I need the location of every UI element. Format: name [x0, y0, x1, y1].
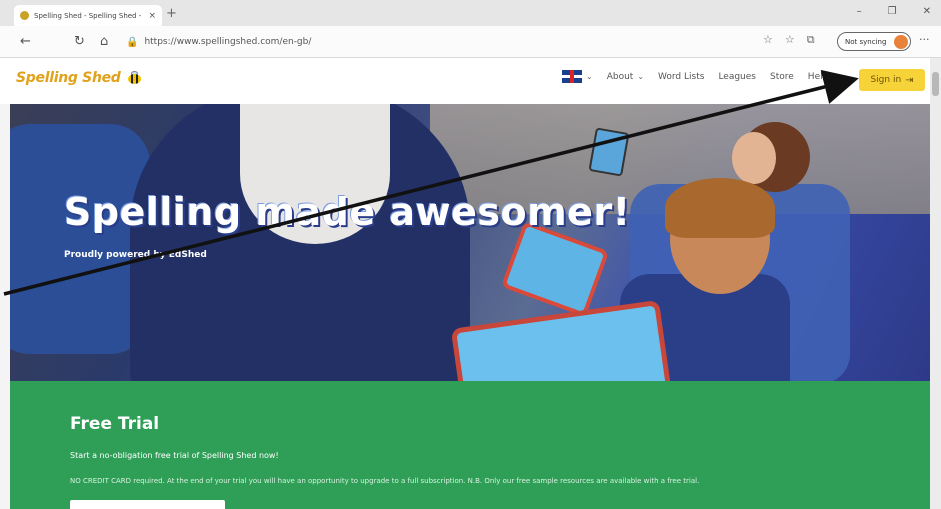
refresh-icon[interactable]: ↻ [74, 34, 85, 49]
hero-title: Spelling made awesomer! [64, 190, 631, 234]
nav-item-about[interactable]: About ⌄ [607, 72, 644, 82]
lock-icon: 🔒 [126, 36, 139, 48]
site-logo[interactable]: Spelling Shed [16, 70, 143, 86]
free-trial-text: Start a no-obligation free trial of Spel… [70, 451, 279, 460]
nav-item-store[interactable]: Store [770, 72, 794, 82]
chevron-down-icon: ⌄ [637, 72, 645, 81]
nav-item-help[interactable]: Help [808, 72, 829, 82]
hero-photo-student [732, 132, 776, 184]
tab-title: Spelling Shed - Spelling Shed - [34, 11, 142, 20]
avatar [894, 34, 908, 49]
sign-in-icon: ⇥ [905, 74, 914, 86]
minimize-icon[interactable]: – [857, 6, 862, 17]
more-icon[interactable]: ··· [919, 33, 930, 46]
hero-photo-chair [10, 124, 150, 354]
address-bar: ← ↻ ⌂ 🔒 https://www.spellingshed.com/en-… [0, 26, 941, 58]
free-trial-button[interactable] [70, 500, 225, 509]
bee-icon [125, 71, 143, 85]
sync-label: Not syncing [845, 37, 887, 46]
uk-flag-icon [562, 70, 582, 83]
browser-tab-bar: Spelling Shed - Spelling Shed - × + – ❐ … [0, 0, 941, 26]
page-scrollbar[interactable] [930, 58, 941, 509]
url-text[interactable]: https://www.spellingshed.com/en-gb/ [144, 37, 311, 47]
browser-tab[interactable]: Spelling Shed - Spelling Shed - × [14, 5, 162, 26]
tab-close-icon[interactable]: × [148, 11, 156, 21]
logo-text: Spelling Shed [16, 70, 121, 86]
language-selector[interactable]: ⌄ [562, 70, 593, 83]
new-tab-button[interactable]: + [166, 6, 177, 21]
free-trial-note: NO CREDIT CARD required. At the end of y… [70, 477, 700, 485]
url-field[interactable]: 🔒 https://www.spellingshed.com/en-gb/ [126, 32, 756, 52]
nav-item-leagues[interactable]: Leagues [718, 72, 756, 82]
collections-icon[interactable]: ⧉ [807, 33, 815, 47]
free-trial-section: Free Trial Start a no-obligation free tr… [10, 381, 930, 509]
back-icon[interactable]: ← [20, 34, 31, 49]
hero-photo-tablet [450, 299, 672, 381]
close-window-icon[interactable]: ✕ [923, 6, 931, 17]
home-icon[interactable]: ⌂ [100, 34, 108, 49]
hero-banner: Spelling made awesomer! Proudly powered … [10, 104, 930, 381]
hero-subtitle: Proudly powered by EdShed [64, 250, 207, 260]
star-icon[interactable]: ☆ [763, 33, 773, 47]
sign-in-button[interactable]: Sign in ⇥ [859, 69, 925, 91]
hero-photo-tablet [500, 220, 610, 318]
free-trial-title: Free Trial [70, 414, 160, 434]
favicon-icon [20, 11, 29, 20]
scrollbar-thumb[interactable] [932, 72, 939, 96]
profile-sync-button[interactable]: Not syncing [837, 32, 911, 51]
window-controls: – ❐ ✕ [857, 6, 931, 17]
site-header: Spelling Shed ⌄ About ⌄ Word Lists Leagu… [0, 58, 930, 104]
favorites-icon[interactable]: ☆ [785, 33, 795, 47]
main-nav: ⌄ About ⌄ Word Lists Leagues Store Help [562, 70, 828, 83]
browser-toolbar-icons: ☆ ☆ ⧉ [763, 33, 815, 47]
restore-icon[interactable]: ❐ [888, 6, 897, 17]
sign-in-label: Sign in [870, 75, 902, 85]
chevron-down-icon: ⌄ [586, 72, 593, 81]
nav-item-word-lists[interactable]: Word Lists [658, 72, 704, 82]
hero-photo-student [665, 178, 775, 238]
